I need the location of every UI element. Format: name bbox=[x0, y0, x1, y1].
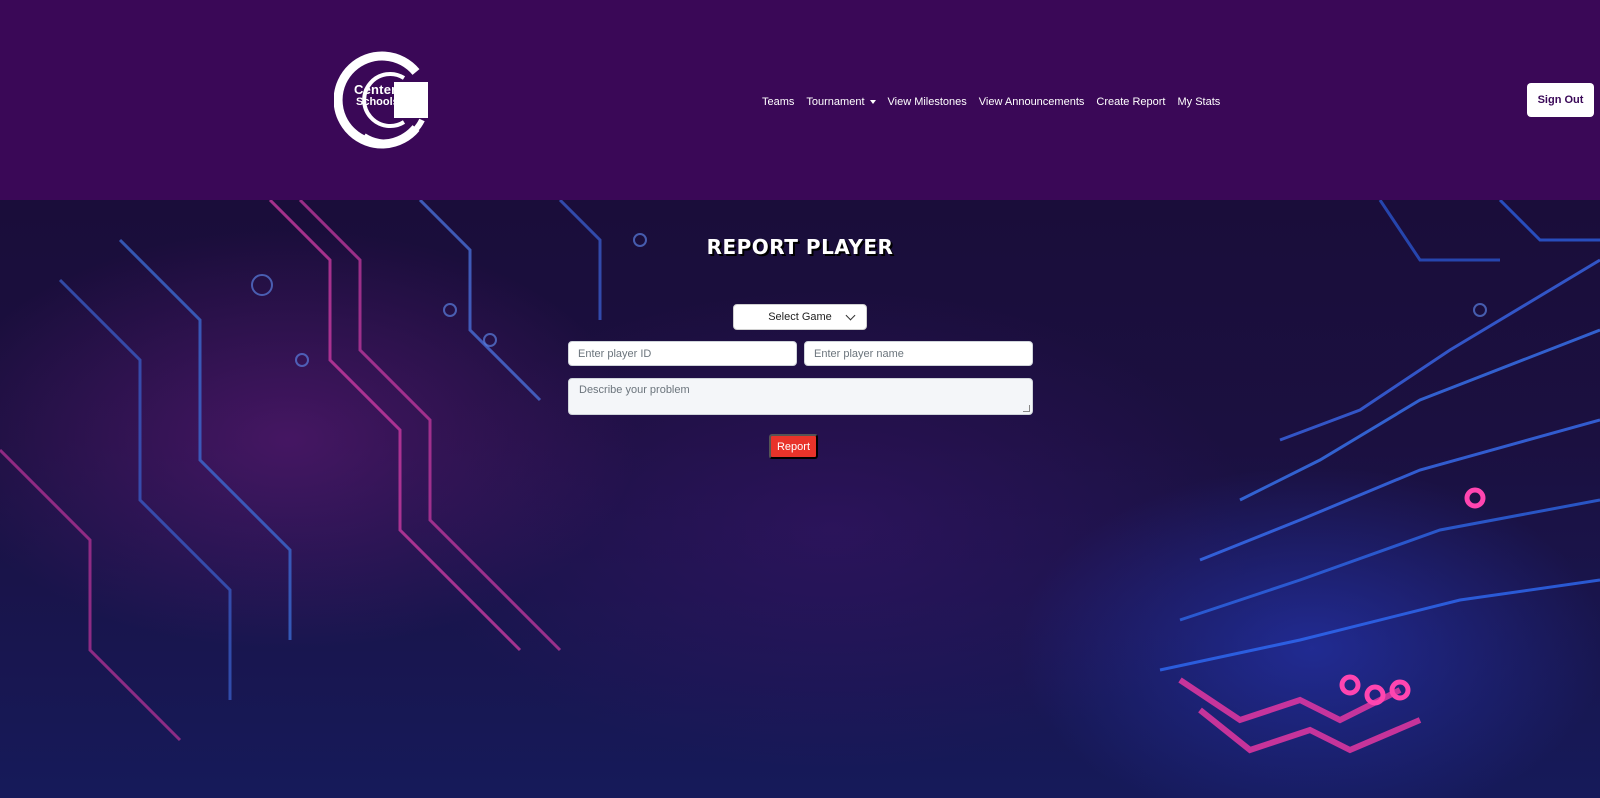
nav-create-report[interactable]: Create Report bbox=[1096, 96, 1165, 108]
page-title: REPORT PLAYER bbox=[706, 235, 894, 259]
player-id-placeholder: Enter player ID bbox=[578, 347, 652, 360]
nav-tournament[interactable]: Tournament bbox=[806, 96, 876, 108]
nav-view-announcements[interactable]: View Announcements bbox=[979, 96, 1085, 108]
caret-down-icon bbox=[869, 100, 876, 104]
report-button[interactable]: Report bbox=[769, 434, 818, 459]
game-select-value: Select Game bbox=[768, 311, 832, 323]
chevron-down-icon bbox=[845, 310, 856, 321]
game-select[interactable]: Select Game bbox=[733, 304, 867, 330]
main-content: REPORT PLAYER Select Game Enter player I… bbox=[0, 200, 1600, 798]
problem-textarea[interactable]: Describe your problem bbox=[568, 378, 1033, 415]
nav-teams[interactable]: Teams bbox=[762, 96, 794, 108]
player-id-input[interactable]: Enter player ID bbox=[568, 341, 797, 366]
player-name-input[interactable]: Enter player name bbox=[804, 341, 1033, 366]
problem-placeholder: Describe your problem bbox=[579, 384, 690, 396]
sign-out-button[interactable]: Sign Out bbox=[1527, 83, 1594, 117]
nav-view-milestones[interactable]: View Milestones bbox=[888, 96, 967, 108]
circuit-background-image bbox=[0, 200, 1600, 754]
centennial-logo[interactable]: Centennial Schools bbox=[333, 50, 434, 150]
top-header: Centennial Schools Teams Tournament View… bbox=[0, 0, 1600, 200]
player-name-placeholder: Enter player name bbox=[814, 347, 904, 360]
logo-line-1: Centennial bbox=[354, 82, 423, 97]
resize-grip-icon[interactable] bbox=[1023, 405, 1030, 412]
logo-line-2: Schools bbox=[356, 96, 399, 108]
nav-tournament-label: Tournament bbox=[806, 96, 865, 108]
logo-text: Centennial Schools bbox=[354, 82, 423, 108]
main-nav: Teams Tournament View Milestones View An… bbox=[762, 94, 1220, 110]
nav-my-stats[interactable]: My Stats bbox=[1177, 96, 1220, 108]
